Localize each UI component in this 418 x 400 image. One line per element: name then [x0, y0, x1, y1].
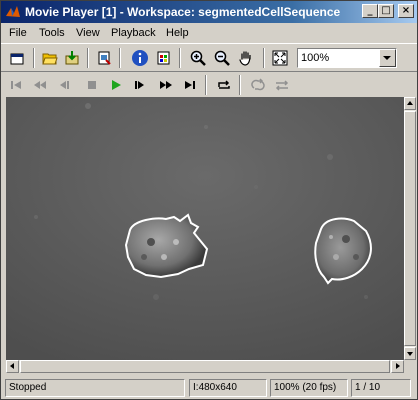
export-icon[interactable] [93, 47, 115, 69]
minimize-button[interactable]: _ [362, 4, 378, 18]
step-forward-icon[interactable] [129, 74, 151, 96]
toolbar-separator [205, 75, 207, 95]
toolbar-separator [179, 48, 181, 68]
toolbar-separator [87, 48, 89, 68]
maximize-button[interactable]: □ [378, 4, 394, 18]
fast-forward-icon[interactable] [155, 74, 177, 96]
zoom-in-icon[interactable] [187, 47, 209, 69]
status-frame-counter: 1 / 10 [351, 379, 411, 397]
window-title: Movie Player [1] - Workspace: segmentedC… [25, 5, 341, 19]
zoom-out-icon[interactable] [211, 47, 233, 69]
toolbar-separator [33, 48, 35, 68]
horizontal-scrollbar[interactable] [6, 360, 404, 373]
import-icon[interactable] [61, 47, 83, 69]
movie-frame-view[interactable] [6, 97, 404, 360]
scroll-right-icon[interactable] [391, 360, 404, 373]
fit-to-window-icon[interactable] [269, 47, 291, 69]
status-bar: Stopped I:480x640 100% (20 fps) 1 / 10 [1, 376, 417, 400]
status-image-type: I [193, 382, 196, 393]
scroll-left-icon[interactable] [6, 360, 19, 373]
status-dimensions: 480x640 [198, 382, 237, 393]
vertical-scrollbar[interactable] [404, 97, 416, 360]
open-icon[interactable] [39, 47, 61, 69]
close-button[interactable]: × [398, 4, 414, 18]
status-image-info: I:480x640 [189, 379, 267, 397]
menu-help[interactable]: Help [166, 27, 189, 39]
colormap-icon[interactable] [153, 47, 175, 69]
menu-file[interactable]: File [9, 27, 27, 39]
zoom-level-select[interactable]: 100% [297, 48, 397, 68]
stop-icon[interactable] [81, 74, 103, 96]
first-frame-icon[interactable] [5, 74, 27, 96]
toolbar-separator [263, 48, 265, 68]
last-frame-icon[interactable] [179, 74, 201, 96]
movie-player-window: Movie Player [1] - Workspace: segmentedC… [0, 0, 418, 400]
matlab-logo-icon [6, 6, 20, 17]
pan-hand-icon[interactable] [235, 47, 257, 69]
new-window-icon[interactable] [7, 47, 29, 69]
loop-icon[interactable] [213, 74, 235, 96]
playback-toolbar [1, 71, 417, 97]
cell-1 [124, 213, 209, 279]
chevron-down-icon[interactable] [379, 49, 396, 67]
info-icon[interactable] [129, 47, 151, 69]
menu-tools[interactable]: Tools [39, 27, 65, 39]
step-back-icon[interactable] [53, 74, 75, 96]
vertical-scroll-thumb[interactable] [404, 111, 416, 346]
horizontal-scroll-thumb[interactable] [20, 360, 390, 373]
title-bar[interactable]: Movie Player [1] - Workspace: segmentedC… [1, 1, 417, 23]
rewind-icon[interactable] [29, 74, 51, 96]
zoom-level-value: 100% [301, 52, 330, 64]
scroll-down-icon[interactable] [404, 347, 416, 360]
menu-playback[interactable]: Playback [111, 27, 156, 39]
play-icon[interactable] [105, 74, 127, 96]
swap-icon[interactable] [271, 74, 293, 96]
toolbar-separator [119, 48, 121, 68]
toolbar-separator [239, 75, 241, 95]
status-zoom-fps: 100% (20 fps) [270, 379, 348, 397]
menu-view[interactable]: View [76, 27, 100, 39]
status-state: Stopped [5, 379, 185, 397]
main-toolbar: 100% [1, 43, 417, 71]
movie-frame-image [6, 97, 404, 360]
forward-backward-icon[interactable] [247, 74, 269, 96]
scroll-up-icon[interactable] [404, 97, 416, 110]
menu-bar: File Tools View Playback Help [1, 23, 417, 43]
